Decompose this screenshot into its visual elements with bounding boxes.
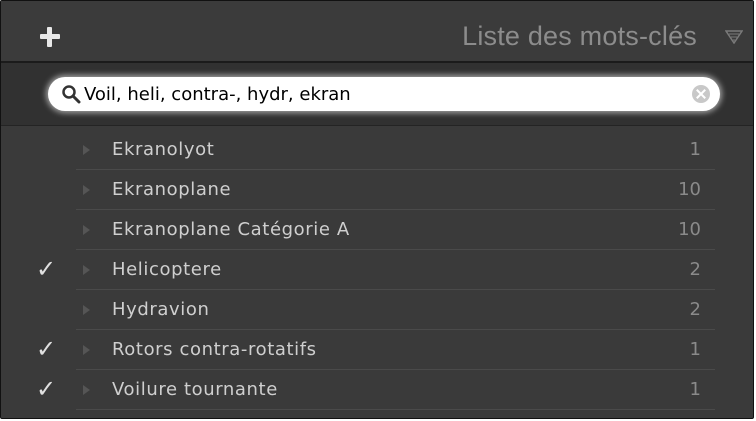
- triangle-down-icon[interactable]: [725, 30, 743, 44]
- keyword-count: 2: [689, 259, 701, 280]
- keyword-row[interactable]: ✓ Voilure tournante 1: [1, 370, 753, 410]
- panel-header: Liste des mots-clés: [1, 1, 753, 63]
- expand-arrow-icon[interactable]: [83, 345, 90, 355]
- keyword-label: Voilure tournante: [112, 379, 278, 400]
- expand-arrow-icon[interactable]: [83, 305, 90, 315]
- expand-arrow-icon[interactable]: [83, 145, 90, 155]
- plus-icon[interactable]: [37, 24, 63, 50]
- keyword-label: Ekranoplane Catégorie A: [112, 219, 350, 240]
- search-icon: [62, 85, 81, 104]
- checkmark-icon[interactable]: ✓: [36, 257, 56, 281]
- keyword-label: Ekranoplane: [112, 179, 232, 200]
- keyword-count: 10: [678, 219, 701, 240]
- expand-arrow-icon[interactable]: [83, 265, 90, 275]
- keyword-row[interactable]: Hydravion 2: [1, 290, 753, 330]
- panel-title[interactable]: Liste des mots-clés: [462, 21, 697, 52]
- expand-arrow-icon[interactable]: [83, 185, 90, 195]
- keyword-label: Helicoptere: [112, 259, 222, 280]
- keyword-row[interactable]: ✓ Rotors contra-rotatifs 1: [1, 330, 753, 370]
- keyword-search-input[interactable]: [84, 80, 674, 108]
- keyword-label: Hydravion: [112, 299, 210, 320]
- keyword-row[interactable]: ✓ Helicoptere 2: [1, 250, 753, 290]
- clear-icon[interactable]: [692, 85, 710, 103]
- keyword-row[interactable]: Ekranolyot 1: [1, 130, 753, 170]
- keyword-count: 2: [689, 299, 701, 320]
- expand-arrow-icon[interactable]: [83, 225, 90, 235]
- keyword-count: 1: [689, 379, 701, 400]
- keyword-list-panel: Liste des mots-clés Ekranolyot 1 Ekranopla…: [0, 0, 754, 419]
- keyword-row[interactable]: Ekranoplane Catégorie A 10: [1, 210, 753, 250]
- keyword-count: 1: [689, 339, 701, 360]
- expand-arrow-icon[interactable]: [83, 385, 90, 395]
- keyword-search-box[interactable]: [48, 77, 720, 111]
- keyword-label: Rotors contra-rotatifs: [112, 339, 317, 360]
- keyword-count: 1: [689, 139, 701, 160]
- row-divider: [76, 409, 715, 410]
- checkmark-icon[interactable]: ✓: [36, 377, 56, 401]
- checkmark-icon[interactable]: ✓: [36, 337, 56, 361]
- keyword-count: 10: [678, 179, 701, 200]
- keyword-row[interactable]: Ekranoplane 10: [1, 170, 753, 210]
- search-area: [1, 63, 753, 126]
- keyword-list: Ekranolyot 1 Ekranoplane 10 Ekranoplane Caté…: [1, 130, 753, 410]
- keyword-label: Ekranolyot: [112, 139, 215, 160]
